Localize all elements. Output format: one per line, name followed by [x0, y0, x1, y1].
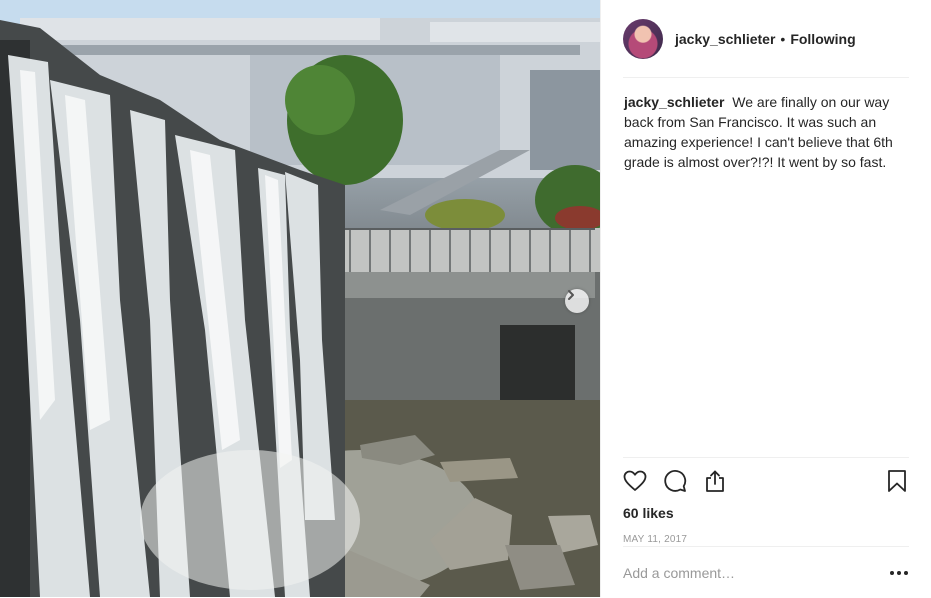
- comment-bubble-icon[interactable]: [663, 469, 687, 493]
- more-options-icon[interactable]: [885, 561, 909, 585]
- post-header: jacky_schlieter • Following: [623, 0, 909, 78]
- action-bar: [623, 458, 909, 504]
- comment-bar: [623, 546, 909, 598]
- header-text: jacky_schlieter • Following: [675, 31, 856, 47]
- instagram-post: jacky_schlieter • Following jacky_schlie…: [0, 0, 931, 597]
- post-sidebar: jacky_schlieter • Following jacky_schlie…: [600, 0, 931, 597]
- post-caption: jacky_schlieter We are finally on our wa…: [624, 92, 909, 172]
- post-photo[interactable]: [0, 0, 600, 597]
- caption-username-link[interactable]: jacky_schlieter: [624, 94, 724, 110]
- avatar[interactable]: [623, 18, 663, 59]
- next-photo-button[interactable]: [565, 289, 589, 313]
- bookmark-icon[interactable]: [885, 469, 909, 493]
- following-button[interactable]: Following: [790, 31, 855, 47]
- post-actions-section: 60 likes MAY 11, 2017: [623, 457, 909, 545]
- separator-dot: •: [780, 30, 786, 47]
- fountain-photo-illustration: [0, 0, 600, 597]
- post-date: MAY 11, 2017: [623, 534, 688, 545]
- share-icon[interactable]: [703, 469, 727, 493]
- comment-input[interactable]: [623, 564, 885, 581]
- chevron-right-icon: [568, 290, 574, 300]
- likes-count[interactable]: 60 likes: [623, 504, 909, 522]
- author-username-link[interactable]: jacky_schlieter: [675, 31, 775, 47]
- heart-icon[interactable]: [623, 469, 647, 493]
